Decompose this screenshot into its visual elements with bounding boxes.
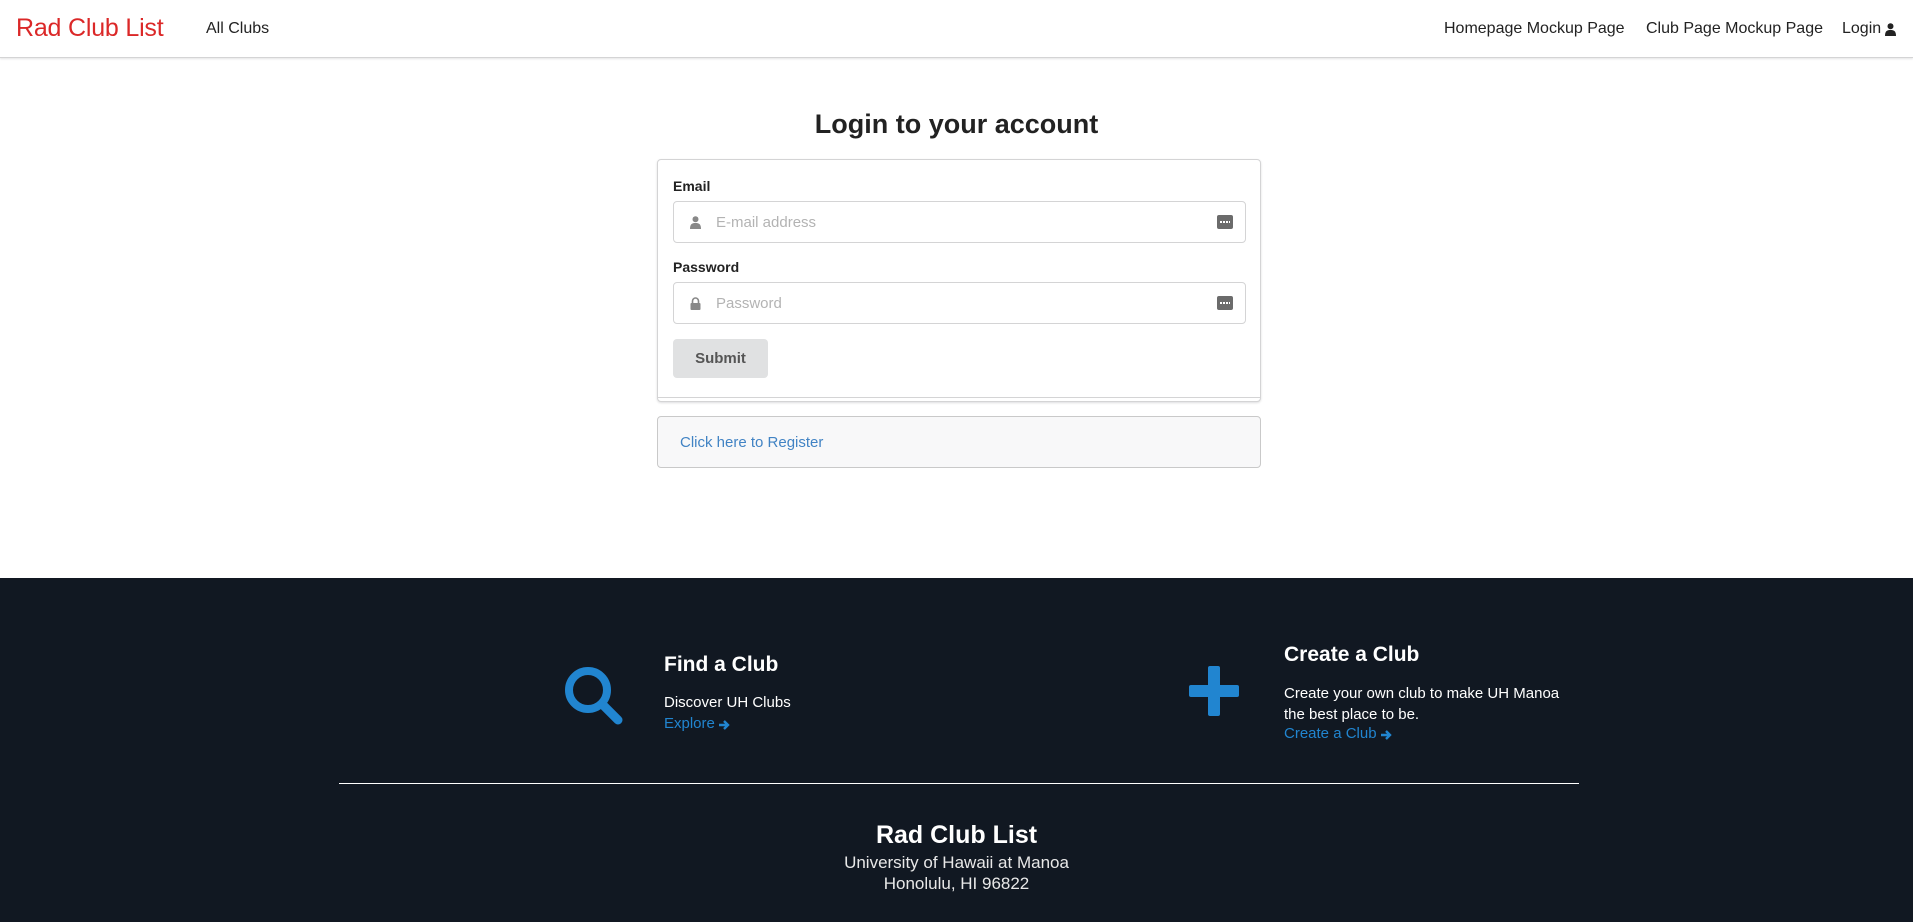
- password-field[interactable]: Password: [673, 282, 1246, 324]
- email-placeholder: E-mail address: [716, 213, 817, 231]
- password-manager-icon[interactable]: [1217, 215, 1233, 229]
- nav-homepage-mockup[interactable]: Homepage Mockup Page: [1444, 20, 1625, 38]
- password-label: Password: [673, 259, 740, 275]
- card-divider: [658, 397, 1260, 398]
- login-form-card: Email E-mail address Password Password S…: [657, 159, 1261, 402]
- register-message: Click here to Register: [657, 416, 1261, 468]
- footer-address-line2: Honolulu, HI 96822: [883, 874, 1030, 893]
- password-placeholder: Password: [716, 294, 782, 312]
- nav-all-clubs[interactable]: All Clubs: [206, 20, 269, 38]
- footer-brand: Rad Club List: [875, 821, 1038, 849]
- footer-divider: [339, 783, 1579, 784]
- nav-club-page-mockup[interactable]: Club Page Mockup Page: [1646, 20, 1823, 38]
- create-club-title: Create a Club: [1284, 643, 1420, 666]
- user-icon: [687, 214, 703, 230]
- explore-link[interactable]: Explore: [664, 715, 730, 732]
- nav-login[interactable]: Login: [1842, 20, 1897, 38]
- create-club-link[interactable]: Create a Club: [1284, 725, 1392, 742]
- arrow-right-icon: [718, 718, 730, 730]
- brand-logo-link[interactable]: Rad Club List: [16, 14, 164, 43]
- user-icon: [1885, 22, 1897, 36]
- arrow-right-icon: [1380, 728, 1392, 740]
- explore-link-label: Explore: [664, 715, 715, 732]
- footer-address-line1: University of Hawaii at Manoa: [844, 853, 1069, 872]
- submit-button[interactable]: Submit: [673, 339, 768, 378]
- email-label: Email: [673, 178, 711, 194]
- nav-login-label: Login: [1842, 20, 1882, 37]
- email-field[interactable]: E-mail address: [673, 201, 1246, 243]
- top-navbar: Rad Club List All Clubs Homepage Mockup …: [0, 0, 1913, 58]
- create-club-link-label: Create a Club: [1284, 725, 1377, 742]
- register-link[interactable]: Click here to Register: [680, 434, 823, 451]
- lock-icon: [687, 295, 703, 311]
- footer: Find a Club Discover UH Clubs Explore Cr…: [0, 578, 1913, 922]
- password-manager-icon[interactable]: [1217, 296, 1233, 310]
- find-club-description: Discover UH Clubs: [664, 694, 791, 711]
- plus-icon: [1189, 666, 1239, 716]
- search-icon: [562, 664, 624, 726]
- create-club-description: Create your own club to make UH Manoa th…: [1284, 685, 1560, 723]
- page-title: Login to your account: [814, 109, 1099, 139]
- find-club-title: Find a Club: [664, 653, 779, 676]
